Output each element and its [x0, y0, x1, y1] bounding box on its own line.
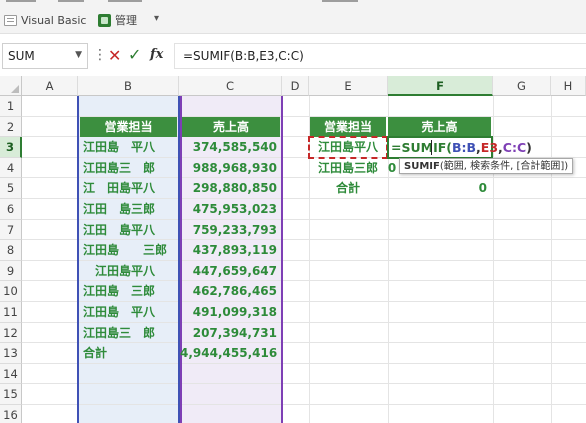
summary-total-label[interactable]: 合計: [310, 178, 386, 199]
enter-check-icon[interactable]: ✓: [128, 45, 141, 64]
visual-basic-button[interactable]: Visual Basic: [4, 11, 86, 29]
name-box-chevron-down-icon[interactable]: ▼: [75, 50, 82, 60]
name-cell[interactable]: 江田 島平八: [78, 220, 179, 241]
sales-cell[interactable]: 475,953,023: [180, 199, 281, 220]
name-cell[interactable]: 江田島 三郎: [78, 240, 179, 261]
row-header-14[interactable]: 14: [0, 363, 22, 385]
column-header-f[interactable]: F: [388, 76, 493, 96]
formula-input[interactable]: =SUMIF(B:B,E3,C:C): [174, 43, 586, 69]
row-header-8[interactable]: 8: [0, 240, 22, 261]
ribbon: Visual Basic 管理 ▾: [0, 0, 586, 34]
tooltip-arguments: (範囲, 検索条件, [合計範囲]): [439, 161, 569, 172]
row-header-6[interactable]: 6: [0, 199, 22, 220]
name-cell[interactable]: 江田島 平八: [78, 137, 179, 158]
row-header-11[interactable]: 11: [0, 302, 22, 323]
name-cell[interactable]: 江田島 三郎: [78, 281, 179, 302]
name-cell[interactable]: 江田島三 郎: [78, 158, 179, 179]
name-cell[interactable]: 江田島 平八: [78, 302, 179, 323]
formula-bar-handle-icon[interactable]: [93, 47, 97, 65]
sales-cell[interactable]: 491,099,318: [180, 302, 281, 323]
manage-button[interactable]: 管理: [98, 11, 137, 29]
column-header-c[interactable]: C: [179, 76, 282, 96]
row-header-16[interactable]: 16: [0, 405, 22, 423]
customize-toolbar-chevron-icon[interactable]: ▾: [154, 13, 159, 24]
row-header-12[interactable]: 12: [0, 322, 22, 344]
column-header-e[interactable]: E: [309, 76, 388, 96]
visual-basic-label: Visual Basic: [21, 13, 87, 27]
ribbon-clipped-text: [0, 0, 586, 4]
sales-cell[interactable]: 447,659,647: [180, 261, 281, 282]
column-header-g[interactable]: G: [493, 76, 551, 96]
summary-header-sales-rep[interactable]: 営業担当: [310, 116, 386, 138]
header-sales[interactable]: 売上高: [182, 116, 280, 138]
name-cell[interactable]: 江 田島平八: [78, 178, 179, 199]
summary-header-sales[interactable]: 売上高: [388, 116, 491, 138]
row-header-13[interactable]: 13: [0, 343, 22, 364]
row-header-5[interactable]: 5: [0, 178, 22, 199]
column-header-b[interactable]: B: [78, 76, 179, 96]
row-header-9[interactable]: 9: [0, 260, 22, 282]
name-cell[interactable]: 江田島三 郎: [78, 323, 179, 344]
row-header-15[interactable]: 15: [0, 384, 22, 405]
name-cell[interactable]: 江田島平八: [78, 261, 179, 282]
column-header-d[interactable]: D: [282, 76, 309, 96]
select-all-corner[interactable]: [0, 76, 22, 96]
row-header-2[interactable]: 2: [0, 116, 22, 138]
manage-label: 管理: [115, 14, 137, 27]
cancel-icon[interactable]: ✕: [108, 46, 121, 65]
name-box[interactable]: SUM ▼: [2, 43, 88, 69]
total-label-cell[interactable]: 合計: [78, 343, 179, 364]
summary-total-value[interactable]: 0: [388, 178, 491, 199]
sales-cell[interactable]: 437,893,119: [180, 240, 281, 261]
name-cell[interactable]: 江田 島三郎: [78, 199, 179, 220]
row-header-4[interactable]: 4: [0, 157, 22, 179]
row-header-3[interactable]: 3: [0, 137, 22, 158]
row-header-7[interactable]: 7: [0, 219, 22, 241]
sales-cell[interactable]: 374,585,540: [180, 137, 281, 158]
column-header-a[interactable]: A: [22, 76, 78, 96]
sales-cell[interactable]: 759,233,793: [180, 220, 281, 241]
name-box-value: SUM: [8, 49, 35, 63]
spreadsheet-grid[interactable]: ABCDEFGH 1 2 3 4 5 6 7 8 9 10 11 12 13 14 15 16 営業担当 売上…: [0, 76, 586, 423]
row-gridline: [22, 404, 586, 405]
formula-text: =SUMIF(B:B,E3,C:C): [183, 49, 304, 63]
summary-name-2[interactable]: 江田島三郎: [310, 158, 386, 179]
sales-cell[interactable]: 462,786,465: [180, 281, 281, 302]
row-header-1[interactable]: 1: [0, 96, 22, 117]
function-tooltip[interactable]: SUMIF(範囲, 検索条件, [合計範囲]): [399, 158, 574, 174]
formula-bar: SUM ▼ ✕ ✓ fx =SUMIF(B:B,E3,C:C): [0, 41, 586, 71]
sales-cell[interactable]: 207,394,731: [180, 323, 281, 344]
manage-icon: [98, 13, 111, 27]
summary-name-1[interactable]: 江田島平八: [310, 137, 386, 158]
in-cell-formula[interactable]: =SUMIF(B:B,E3,C:C): [391, 138, 532, 158]
visual-basic-icon: [4, 14, 17, 26]
sales-cell[interactable]: 988,968,930: [180, 158, 281, 179]
tooltip-function-name[interactable]: SUMIF: [404, 161, 440, 172]
text-cursor: [431, 140, 432, 155]
header-sales-rep[interactable]: 営業担当: [80, 116, 177, 138]
row-gridline: [22, 383, 586, 385]
column-header-h[interactable]: H: [551, 76, 586, 96]
range-c-right-border: [281, 96, 283, 423]
summary-value-2[interactable]: 0: [386, 158, 398, 179]
insert-function-icon[interactable]: fx: [150, 47, 163, 62]
total-value-cell[interactable]: 4,944,455,416: [180, 343, 281, 364]
row-header-10[interactable]: 10: [0, 281, 22, 302]
sales-cell[interactable]: 298,880,850: [180, 178, 281, 199]
